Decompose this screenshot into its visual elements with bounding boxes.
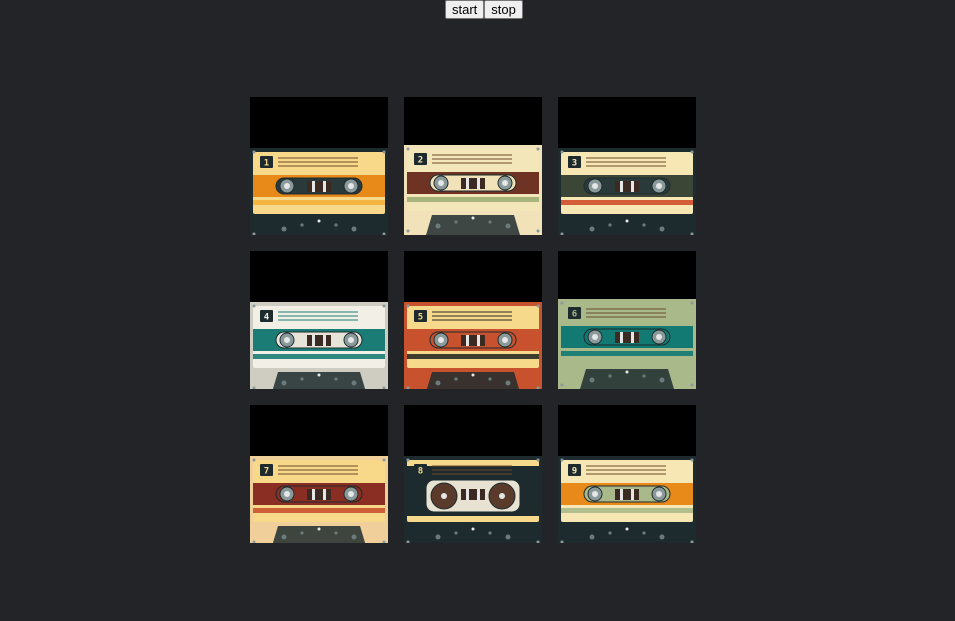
svg-text:1: 1: [264, 159, 269, 169]
svg-text:2: 2: [418, 156, 423, 166]
svg-text:9: 9: [572, 467, 577, 477]
cassette-tile[interactable]: 8: [404, 405, 542, 543]
cassette-tile[interactable]: 7: [250, 405, 388, 543]
svg-text:6: 6: [572, 310, 577, 320]
cassette-grid: 1 2 3 4 5 6 7 8 9: [250, 97, 696, 543]
start-button[interactable]: start: [445, 0, 485, 19]
svg-text:4: 4: [264, 313, 270, 323]
cassette-tape-icon: 8: [404, 456, 542, 543]
svg-text:8: 8: [418, 467, 423, 477]
playback-controls: start stop: [445, 0, 523, 19]
cassette-tape-icon: 1: [250, 148, 388, 235]
cassette-tile[interactable]: 5: [404, 251, 542, 389]
cassette-tile[interactable]: 2: [404, 97, 542, 235]
cassette-tile[interactable]: 4: [250, 251, 388, 389]
cassette-tile[interactable]: 3: [558, 97, 696, 235]
cassette-tape-icon: 9: [558, 456, 696, 543]
svg-text:5: 5: [418, 313, 423, 323]
cassette-tape-icon: 5: [404, 302, 542, 389]
stop-button[interactable]: stop: [484, 0, 523, 19]
cassette-tape-icon: 4: [250, 302, 388, 389]
cassette-tape-icon: 6: [558, 299, 696, 389]
cassette-tile[interactable]: 1: [250, 97, 388, 235]
cassette-tape-icon: 7: [250, 456, 388, 543]
cassette-tape-icon: 2: [404, 145, 542, 235]
cassette-tape-icon: 3: [558, 148, 696, 235]
cassette-tile[interactable]: 6: [558, 251, 696, 389]
svg-text:3: 3: [572, 159, 577, 169]
svg-text:7: 7: [264, 467, 269, 477]
cassette-tile[interactable]: 9: [558, 405, 696, 543]
